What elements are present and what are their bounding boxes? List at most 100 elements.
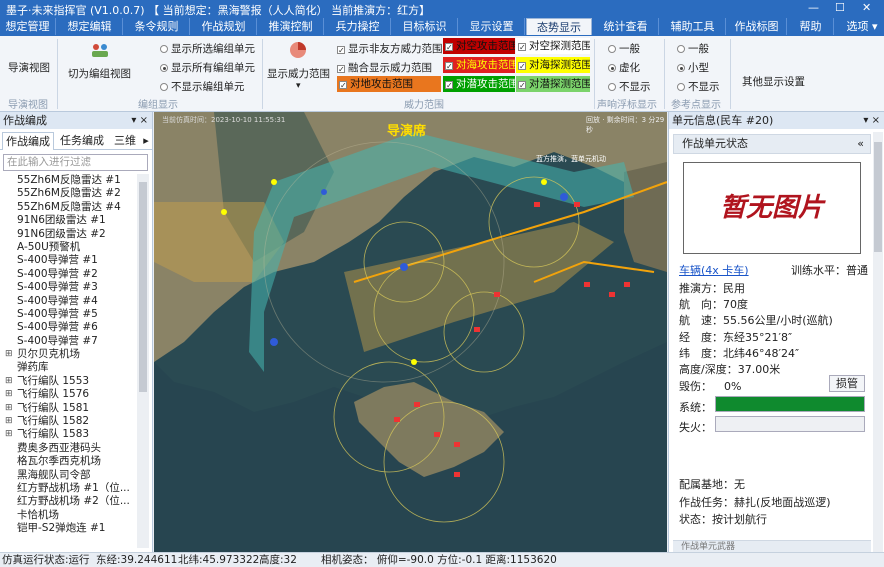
damage-control-button[interactable]: 损管 [829,375,865,392]
tree-item[interactable]: 91N6团级雷达 #2 [3,228,135,241]
sub-detect-range-cell[interactable]: ✓ 对潜探测范围 [516,76,590,92]
show-threat-range-button[interactable]: 显示威力范围 [267,66,330,81]
air-detect-range-cell[interactable]: ✓ 对空探测范围 [516,38,590,54]
minimize-button[interactable]: — [808,1,819,14]
tree-item[interactable]: A-50U预警机 [3,241,135,254]
menu-statistics[interactable]: 统计查看 [593,18,659,35]
radio-show-selected-group[interactable]: 显示所选编组单元 [160,41,255,56]
ground-attack-range-cell[interactable]: ✓ 对地攻击范围 [337,76,441,92]
switch-group-view-button[interactable]: 切为编组视图 [68,66,131,81]
tree-item[interactable]: 弹药库 [3,361,135,374]
expand-icon[interactable]: ⊞ [5,415,13,428]
menu-display-settings[interactable]: 显示设置 [459,18,525,35]
menu-scenario-edit[interactable]: 想定编辑 [57,18,123,35]
other-display-settings-button[interactable]: 其他显示设置 [742,74,805,89]
tree-item[interactable]: 格瓦尔季西克机场 [3,455,135,468]
panel-scrollbar[interactable] [873,132,883,552]
menu-planning[interactable]: 作战规划 [191,18,257,35]
map-note-label: 蓝方推演，蓝单元机动 [536,155,606,163]
tab-task-org[interactable]: 任务编成 [56,132,108,150]
pin-close-icon[interactable]: ▾ × [863,112,880,129]
expand-icon[interactable]: ⊞ [5,388,13,401]
tree-item[interactable]: S-400导弹营 #5 [3,308,135,321]
tab-3d[interactable]: 三维 [110,132,140,150]
tab-scroll-right-icon[interactable]: ▸ [140,132,152,150]
menu-sim-control[interactable]: 推演控制 [258,18,324,35]
sea-detect-range-cell[interactable]: ✓ 对海探测范围 [516,57,590,73]
check-fused-range[interactable]: ✓ 融合显示威力范围 [337,60,432,75]
menu-scenario-manage[interactable]: 想定管理 [0,18,56,35]
chevron-down-icon[interactable]: ▾ [296,81,301,91]
panel-title: 单元信息(民车 #20) [672,114,774,127]
radio-ref-normal[interactable]: 一般 [677,41,709,56]
sub-attack-range-cell[interactable]: ✓ 对潜攻击范围 [443,76,515,92]
tree-scrollbar[interactable] [137,174,149,548]
tree-item[interactable]: 91N6团级雷达 #1 [3,214,135,227]
radio-hide-group[interactable]: 不显示编组单元 [160,79,245,94]
map-view[interactable]: 当前仿真时间：2023-10-10 11:55:31 导演席 回放 · 剩余时间… [154,112,667,552]
tab-order-of-battle[interactable]: 作战编成 [2,132,54,150]
radio-show-all-group[interactable]: 显示所有编组单元 [160,60,255,75]
scrollbar-thumb[interactable] [139,182,147,392]
tree-item[interactable]: S-400导弹营 #3 [3,281,135,294]
radio-label: 不显示编组单元 [171,81,245,93]
group-view-icon [90,42,110,58]
radio-marker-hide[interactable]: 不显示 [608,79,651,94]
scrollbar-thumb[interactable] [874,142,882,252]
radio-ref-small[interactable]: 小型 [677,60,709,75]
maximize-button[interactable]: ☐ [835,1,845,14]
menu-options[interactable]: 选项 ▾ [840,18,884,35]
tree-item[interactable]: 红方野战机场 #1（位... [3,482,135,495]
menu-aux-tools[interactable]: 辅助工具 [660,18,726,35]
tree-item[interactable]: 铠甲-S2弹炮连 #1 [3,522,135,535]
tree-item[interactable]: ⊞ 飞行编队 1582 [3,415,135,428]
tree-item[interactable]: 55Zh6M反隐雷达 #4 [3,201,135,214]
tree-item[interactable]: S-400导弹营 #1 [3,254,135,267]
tree-item[interactable]: ⊞ 贝尔贝克机场 [3,348,135,361]
divider [57,39,58,109]
menu-situation-display[interactable]: 态势显示 [526,18,592,35]
filter-input[interactable]: 在此输入进行过滤 [3,154,148,171]
tree-item[interactable]: 55Zh6M反隐雷达 #1 [3,174,135,187]
tree-item[interactable]: ⊞ 飞行编队 1576 [3,388,135,401]
vehicle-type-link[interactable]: 车辆(4x 卡车) [679,262,749,278]
tree-item[interactable]: S-400导弹营 #7 [3,335,135,348]
menu-force-control[interactable]: 兵力操控 [325,18,391,35]
check-non-friendly-range[interactable]: ✓ 显示非友方威力范围 [337,41,443,56]
expand-icon[interactable]: ⊞ [5,375,13,388]
collapse-icon[interactable]: « [857,135,864,153]
director-view-button[interactable]: 导演视图 [8,60,50,75]
expand-icon[interactable]: ⊞ [5,402,13,415]
radio-marker-normal[interactable]: 一般 [608,41,640,56]
tree-item[interactable]: 卡恰机场 [3,509,135,522]
check-label: 融合显示威力范围 [348,62,432,74]
tree-item[interactable]: ⊞ 飞行编队 1553 [3,375,135,388]
tree-item[interactable]: 红方野战机场 #2（位... [3,495,135,508]
tree-item[interactable]: S-400导弹营 #4 [3,295,135,308]
sea-attack-range-cell[interactable]: ✓ 对海攻击范围 [443,57,515,73]
tree-item[interactable]: 费奥多西亚港码头 [3,442,135,455]
tree-item[interactable]: ⊞ 飞行编队 1581 [3,402,135,415]
training-value: 普通 [846,264,868,277]
tree-item[interactable]: S-400导弹营 #6 [3,321,135,334]
unit-status-section[interactable]: 作战单元状态 « [673,134,871,154]
tree-item[interactable]: S-400导弹营 #2 [3,268,135,281]
menu-help[interactable]: 帮助 [788,18,834,35]
weapons-section[interactable]: 作战单元武器 [673,540,871,552]
tree-item[interactable]: ⊞ 飞行编队 1583 [3,428,135,441]
map-canvas[interactable] [154,112,667,552]
pin-close-icon[interactable]: ▾ × [131,112,148,129]
tree-item[interactable]: 黑海舰队司令部 [3,469,135,482]
radio-marker-faded[interactable]: 虚化 [608,60,640,75]
expand-icon[interactable]: ⊞ [5,348,13,361]
tree-item[interactable]: 55Zh6M反隐雷达 #2 [3,187,135,200]
menu-plotting[interactable]: 作战标图 [727,18,787,35]
radio-ref-hide[interactable]: 不显示 [677,79,720,94]
menu-doctrine[interactable]: 条令规则 [124,18,190,35]
air-attack-range-cell[interactable]: ✓ 对空攻击范围 [443,38,515,54]
close-button[interactable]: ✕ [862,1,871,14]
menu-target-mark[interactable]: 目标标识 [392,18,458,35]
radio-icon [160,45,168,53]
checkbox-checked-icon: ✓ [518,62,526,71]
expand-icon[interactable]: ⊞ [5,428,13,441]
